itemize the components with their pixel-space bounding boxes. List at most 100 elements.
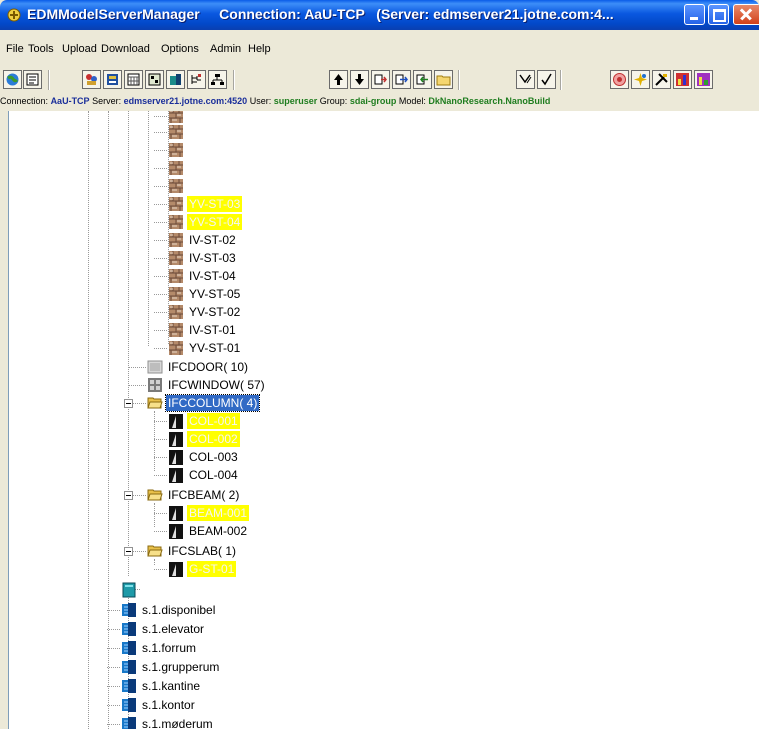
tree-node-label: COL-001 [187, 413, 240, 429]
transfer-icon[interactable] [413, 70, 432, 89]
tree-node-label: IV-ST-04 [189, 269, 236, 283]
tree-node-label: COL-002 [187, 431, 240, 447]
wall-icon [169, 323, 183, 337]
menu-download[interactable]: Download [101, 43, 150, 55]
database-icon[interactable] [103, 70, 122, 89]
close-button[interactable] [733, 4, 759, 25]
tools-icon[interactable] [652, 70, 671, 89]
calendar-icon[interactable] [124, 70, 143, 89]
column-icon [169, 562, 183, 577]
menu-admin[interactable]: Admin [210, 43, 241, 55]
wall-icon [169, 197, 183, 211]
form-icon[interactable] [145, 70, 164, 89]
tree-node-label: s.1.kontor [142, 698, 195, 712]
connection-value: AaU-TCP [50, 96, 90, 106]
tree-node-label: IFCWINDOW( 57) [168, 378, 265, 392]
menu-help[interactable]: Help [248, 43, 271, 55]
space-icon [122, 660, 136, 674]
space-icon [122, 679, 136, 693]
collapse-column-toggle[interactable] [124, 399, 133, 408]
export-icon[interactable] [392, 70, 411, 89]
tree-node-label: IFCCOLUMN( 4) [164, 394, 261, 412]
tree-icon[interactable] [187, 70, 206, 89]
tree-node-label: YV-ST-02 [189, 305, 241, 319]
wall-icon [169, 269, 183, 283]
column-icon [169, 432, 183, 447]
arrow-up-icon[interactable] [329, 70, 348, 89]
tree-node-label: COL-004 [189, 468, 238, 482]
tree-node-label: s.1.møderum [142, 717, 213, 729]
tree-node-label: s.1.elevator [142, 622, 205, 636]
import-icon[interactable] [371, 70, 390, 89]
tree-node-label: YV-ST-04 [187, 214, 243, 230]
space-icon [122, 622, 136, 636]
tree-node-label: IFCBEAM( 2) [168, 488, 240, 502]
menu-tools[interactable]: Tools [28, 43, 54, 55]
tree-node-label: IV-ST-03 [189, 251, 236, 265]
column-icon [169, 468, 183, 483]
space-icon [122, 641, 136, 655]
wall-icon [169, 287, 183, 301]
column-icon [169, 450, 183, 465]
open-folder-icon [147, 545, 163, 557]
space-icon [122, 717, 136, 729]
minimize-button[interactable] [684, 4, 705, 25]
tree-node-label: BEAM-002 [189, 524, 248, 538]
collapse-beam-toggle[interactable] [124, 491, 133, 500]
wall-icon [169, 341, 183, 355]
tree-node-label: s.1.grupperum [142, 660, 220, 674]
tree-node-label: YV-ST-05 [189, 287, 241, 301]
column-icon [169, 524, 183, 539]
column-icon [169, 414, 183, 429]
model-tree[interactable]: YV-ST-03 YV-ST-04 IV-ST-02 IV-ST-03 IV-ST-04… [8, 111, 759, 729]
report-icon[interactable] [694, 70, 713, 89]
document-icon[interactable] [23, 70, 42, 89]
wall-icon [169, 179, 183, 193]
target-icon[interactable] [610, 70, 629, 89]
title-bar[interactable]: EDMModelServerManager Connection: AaU-TC… [0, 0, 759, 30]
sparkle-icon[interactable] [631, 70, 650, 89]
user-value: superuser [273, 96, 318, 106]
toolbar [0, 68, 759, 94]
stats-icon[interactable] [673, 70, 692, 89]
wall-icon [169, 125, 183, 139]
tree-node-label: s.1.kantine [142, 679, 201, 693]
window-title: EDMModelServerManager Connection: AaU-TC… [27, 6, 614, 22]
wall-icon [169, 161, 183, 175]
folder-icon[interactable] [434, 70, 453, 89]
wall-icon [169, 143, 183, 157]
server-value: edmserver21.jotne.com:4520 [123, 96, 248, 106]
users-icon[interactable] [82, 70, 101, 89]
tree-node-label: YV-ST-01 [189, 341, 241, 355]
connection-status: Connection: AaU-TCP Server: edmserver21.… [0, 96, 551, 106]
wall-icon [169, 305, 183, 319]
window-icon [148, 378, 162, 392]
tree-node-label: YV-ST-03 [187, 196, 243, 212]
space-icon [122, 698, 136, 712]
space-icon [122, 603, 136, 617]
element-list-icon [122, 582, 136, 598]
model-icon[interactable] [166, 70, 185, 89]
filter-icon[interactable] [516, 70, 535, 89]
globe-icon[interactable] [3, 70, 22, 89]
wall-icon [169, 215, 183, 229]
hierarchy-icon[interactable] [208, 70, 227, 89]
open-folder-icon [147, 397, 163, 409]
menu-file[interactable]: File [6, 43, 24, 55]
arrow-down-icon[interactable] [350, 70, 369, 89]
tree-node-label: s.1.forrum [142, 641, 197, 655]
menu-options[interactable]: Options [161, 43, 199, 55]
tree-node-label: IFCDOOR( 10) [168, 360, 249, 374]
menu-upload[interactable]: Upload [62, 43, 97, 55]
check-icon[interactable] [537, 70, 556, 89]
model-value: DkNanoResearch.NanoBuild [428, 96, 551, 106]
tree-node-label: IV-ST-02 [189, 233, 236, 247]
menu-bar: File Tools Upload Download Options Admin… [0, 30, 759, 60]
tree-node-label: COL-003 [189, 450, 238, 464]
tree-node-label: s.1.disponibel [142, 603, 216, 617]
column-icon [169, 506, 183, 521]
collapse-slab-toggle[interactable] [124, 547, 133, 556]
tree-node-label: G-ST-01 [187, 561, 237, 577]
maximize-button[interactable] [708, 4, 729, 25]
wall-icon [169, 233, 183, 247]
